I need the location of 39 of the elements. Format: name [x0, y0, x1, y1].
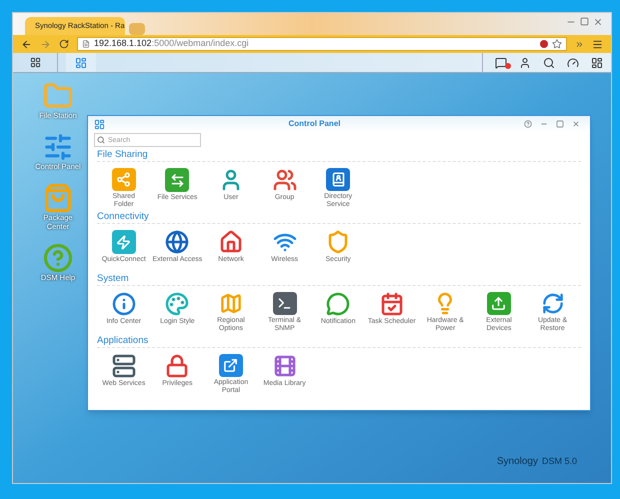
gauge-icon[interactable]: [567, 56, 579, 68]
user-icon[interactable]: [519, 56, 531, 68]
arrow-window-icon: [218, 354, 243, 377]
palette-icon: [165, 292, 190, 316]
page-icon: [82, 40, 90, 48]
globe-icon: [165, 230, 190, 254]
close-icon[interactable]: [572, 120, 580, 128]
widgets-icon[interactable]: [591, 56, 603, 68]
calendar-check-icon: [380, 292, 404, 316]
maximize-icon[interactable]: [580, 17, 589, 26]
section-heading: Applications: [97, 334, 150, 347]
refresh-icon: [540, 292, 565, 315]
help-icon[interactable]: [524, 120, 532, 128]
back-icon[interactable]: [21, 38, 32, 50]
window-title: Control Panel: [288, 118, 340, 130]
chat-bubble-icon: [326, 292, 350, 316]
grid-icon: [30, 57, 40, 68]
shield-icon: [326, 230, 350, 254]
section-heading: System: [97, 272, 130, 285]
upload-icon: [486, 292, 511, 315]
search-icon: [97, 136, 105, 144]
menu-icon[interactable]: [592, 38, 603, 50]
section-heading: File Sharing: [97, 148, 149, 161]
close-icon[interactable]: [593, 17, 603, 27]
notification-badge: [505, 62, 511, 68]
section-heading: Connectivity: [97, 210, 150, 223]
wallpaper-brand-name: Synology: [496, 455, 538, 469]
more-icon[interactable]: [575, 40, 584, 48]
notification-icon[interactable]: [495, 56, 507, 68]
search-icon[interactable]: [543, 56, 555, 68]
wallpaper-brand-version: DSM 5.0: [542, 455, 577, 468]
contact-book-icon: [326, 168, 350, 191]
info-icon: [112, 292, 136, 316]
users-icon: [272, 168, 297, 192]
address-bar[interactable]: 192.168.1.102:5000/webman/index.cgi: [77, 37, 567, 51]
bookmark-star-icon[interactable]: [552, 39, 562, 49]
reload-icon[interactable]: [59, 39, 69, 49]
terminal-icon: [272, 292, 297, 315]
maximize-icon[interactable]: [556, 120, 564, 128]
